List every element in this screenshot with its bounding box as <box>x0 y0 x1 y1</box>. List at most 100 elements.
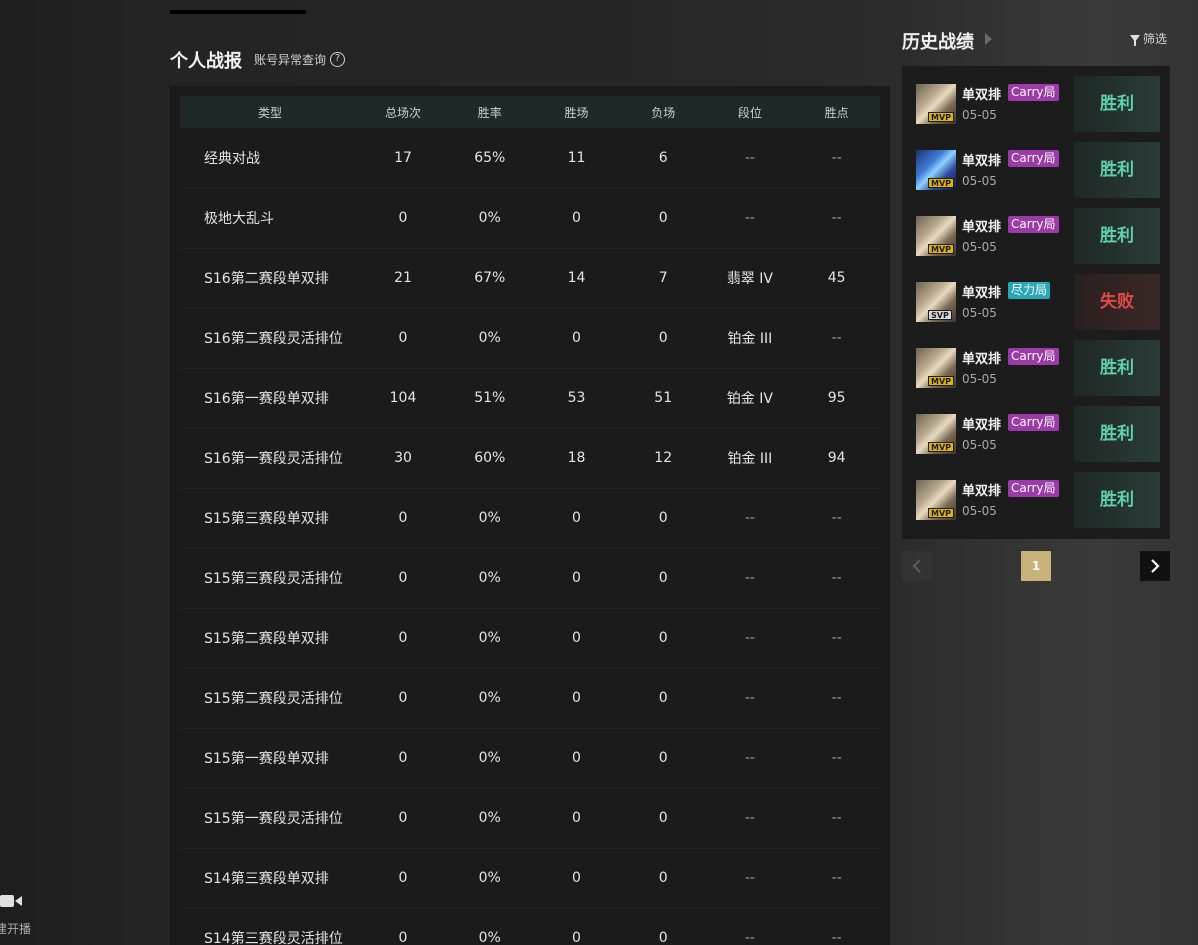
column-header-total: 总场次 <box>384 105 421 120</box>
cell-total: 0 <box>359 728 447 789</box>
cell-winrate: 51% <box>446 368 534 429</box>
match-result[interactable]: 胜利 <box>1074 340 1160 396</box>
cell-lp: -- <box>793 188 880 249</box>
account-abnormal-query-link[interactable]: 账号异常查询 ? <box>254 51 346 68</box>
cell-type: S15第二赛段单双排 <box>180 608 360 669</box>
prev-page-button[interactable] <box>902 551 932 581</box>
cell-wins: 0 <box>533 788 620 849</box>
cell-lp: -- <box>793 308 880 369</box>
cell-type: 极地大乱斗 <box>180 188 360 249</box>
match-result[interactable]: 胜利 <box>1074 142 1160 198</box>
next-page-button[interactable] <box>1140 551 1170 581</box>
cell-winrate: 0% <box>446 488 534 549</box>
match-result[interactable]: 胜利 <box>1074 76 1160 132</box>
filter-button[interactable]: 筛选 <box>1130 30 1167 47</box>
cell-wins: 53 <box>533 368 620 429</box>
match-tag: 尽力局 <box>1008 282 1051 299</box>
cell-lp: -- <box>793 788 880 849</box>
cell-lp: 94 <box>793 428 880 489</box>
cell-losses: 6 <box>619 128 707 189</box>
question-circle-icon[interactable]: ? <box>330 52 346 67</box>
mvp-badge: SVP <box>928 310 952 320</box>
match-history-list: MVP 单双排 Carry局 05-05 胜利 MVP 单双排 Carry局 05-05 胜利 MV… <box>902 66 1170 539</box>
tab-underline <box>170 10 306 14</box>
match-row[interactable]: MVP 单双排 Carry局 05-05 胜利 <box>916 142 1160 198</box>
cell-rank: 铂金 IV <box>706 368 794 429</box>
match-result[interactable]: 胜利 <box>1074 472 1160 528</box>
match-date: 05-05 <box>962 372 997 386</box>
match-row[interactable]: MVP 单双排 Carry局 05-05 胜利 <box>916 208 1160 264</box>
cell-rank: 铂金 III <box>706 428 794 489</box>
match-row[interactable]: MVP 单双排 Carry局 05-05 胜利 <box>916 340 1160 396</box>
cell-rank: -- <box>706 728 794 789</box>
match-date: 05-05 <box>962 174 997 188</box>
cell-total: 0 <box>359 308 447 369</box>
match-date: 05-05 <box>962 306 997 320</box>
match-result[interactable]: 胜利 <box>1074 406 1160 462</box>
cell-rank: -- <box>706 608 794 669</box>
cell-losses: 0 <box>619 788 707 849</box>
match-tag: Carry局 <box>1008 348 1059 365</box>
mvp-badge: MVP <box>928 178 955 188</box>
cell-rank: -- <box>706 488 794 549</box>
match-row[interactable]: MVP 单双排 Carry局 05-05 胜利 <box>916 76 1160 132</box>
cell-lp: -- <box>793 728 880 789</box>
cell-winrate: 67% <box>446 248 534 309</box>
page: 建开播 个人战报 账号异常查询 ? 类型 总场次 胜率 胜场 负场 段位 胜点 … <box>0 0 1198 945</box>
cell-losses: 0 <box>619 728 707 789</box>
cell-lp: -- <box>793 668 880 729</box>
match-row[interactable]: MVP 单双排 Carry局 05-05 胜利 <box>916 406 1160 462</box>
cell-lp: -- <box>793 548 880 609</box>
match-date: 05-05 <box>962 240 997 254</box>
match-tag: Carry局 <box>1008 84 1059 101</box>
stats-table-body: 经典对战 17 65% 11 6 -- -- 极地大乱斗 0 0% 0 0 -- -- S16第二赛段单双排… <box>180 128 880 945</box>
column-header-wins: 胜场 <box>564 105 589 120</box>
mvp-badge: MVP <box>928 376 955 386</box>
caret-right-icon[interactable] <box>985 33 992 45</box>
cell-rank: -- <box>706 128 794 189</box>
cell-winrate: 0% <box>446 848 534 909</box>
cell-total: 104 <box>359 368 447 429</box>
cell-lp: 45 <box>793 248 880 309</box>
stats-panel: 类型 总场次 胜率 胜场 负场 段位 胜点 经典对战 17 65% 11 6 -- -- 极地… <box>170 86 890 945</box>
match-row[interactable]: SVP 单双排 尽力局 05-05 失败 <box>916 274 1160 330</box>
match-result[interactable]: 失败 <box>1074 274 1160 330</box>
go-live-button[interactable]: 建开播 <box>0 888 40 945</box>
cell-losses: 0 <box>619 668 707 729</box>
cell-lp: -- <box>793 488 880 549</box>
table-row: S14第三赛段灵活排位 0 0% 0 0 -- -- <box>180 908 880 945</box>
video-camera-icon <box>0 895 22 907</box>
match-row[interactable]: MVP 单双排 Carry局 05-05 胜利 <box>916 472 1160 528</box>
cell-wins: 0 <box>533 488 620 549</box>
match-result[interactable]: 胜利 <box>1074 208 1160 264</box>
cell-lp: -- <box>793 848 880 909</box>
match-date: 05-05 <box>962 504 997 518</box>
cell-losses: 0 <box>619 848 707 909</box>
cell-wins: 14 <box>533 248 620 309</box>
cell-losses: 7 <box>619 248 707 309</box>
page-number-1[interactable]: 1 <box>1021 551 1051 581</box>
cell-type: S14第三赛段灵活排位 <box>180 908 360 945</box>
table-row: 经典对战 17 65% 11 6 -- -- <box>180 128 880 189</box>
cell-type: S16第二赛段灵活排位 <box>180 308 360 369</box>
cell-type: S15第二赛段灵活排位 <box>180 668 360 729</box>
cell-total: 30 <box>359 428 447 489</box>
match-date: 05-05 <box>962 438 997 452</box>
match-tag: Carry局 <box>1008 480 1059 497</box>
match-mode: 单双排 <box>962 352 1002 367</box>
column-header-losses: 负场 <box>651 105 676 120</box>
table-row: S16第二赛段单双排 21 67% 14 7 翡翠 IV 45 <box>180 248 880 309</box>
cell-total: 0 <box>359 848 447 909</box>
cell-rank: -- <box>706 188 794 249</box>
cell-type: S16第一赛段灵活排位 <box>180 428 360 489</box>
column-header-lp: 胜点 <box>824 105 849 120</box>
match-mode: 单双排 <box>962 220 1002 235</box>
cell-winrate: 0% <box>446 908 534 945</box>
cell-losses: 0 <box>619 188 707 249</box>
column-header-rank: 段位 <box>737 105 762 120</box>
match-mode: 单双排 <box>962 88 1002 103</box>
cell-lp: -- <box>793 128 880 189</box>
table-row: S15第二赛段单双排 0 0% 0 0 -- -- <box>180 608 880 669</box>
match-date: 05-05 <box>962 108 997 122</box>
cell-winrate: 0% <box>446 788 534 849</box>
